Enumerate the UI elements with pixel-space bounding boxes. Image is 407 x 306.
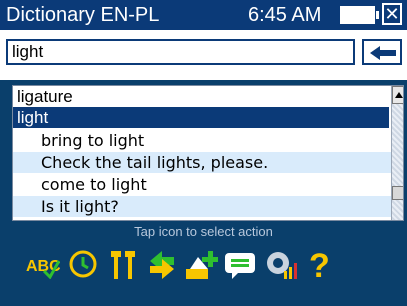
list-item-selected[interactable]: light	[13, 107, 389, 128]
list-item[interactable]: bring to light	[13, 130, 403, 151]
search-input[interactable]: light	[6, 39, 355, 65]
comment-icon[interactable]	[224, 251, 258, 279]
action-hint: Tap icon to select action	[134, 224, 273, 239]
app-title: Dictionary EN-PL	[6, 4, 160, 26]
speech-icon[interactable]	[264, 249, 300, 283]
help-icon[interactable]: ?	[306, 247, 336, 283]
history-icon[interactable]	[68, 249, 98, 279]
list-item[interactable]: Is it light?	[13, 196, 403, 217]
scrollbar[interactable]	[391, 86, 403, 220]
close-icon[interactable]: ✕	[382, 3, 402, 25]
list-item[interactable]: Check the tail lights, please.	[13, 152, 403, 173]
list-item[interactable]: come to light	[13, 174, 403, 195]
scroll-up-button[interactable]	[392, 86, 403, 104]
action-bar: Tap icon to select action ABC ?	[0, 221, 407, 306]
spellcheck-icon[interactable]: ABC	[26, 251, 60, 279]
title-bar: Dictionary EN-PL 6:45 AM ✕	[0, 0, 407, 30]
clock: 6:45 AM	[248, 4, 322, 26]
results-list[interactable]: ligature light bring to light Check the …	[12, 85, 404, 221]
list-item[interactable]: ligature	[13, 86, 389, 107]
back-arrow-icon	[370, 46, 396, 60]
scroll-thumb[interactable]	[392, 186, 403, 200]
search-row: light	[0, 30, 407, 80]
tools-icon[interactable]	[108, 249, 138, 281]
swap-icon[interactable]	[146, 249, 178, 281]
battery-icon	[340, 6, 379, 24]
add-entry-icon[interactable]	[184, 249, 218, 281]
svg-text:?: ?	[309, 247, 330, 283]
back-button[interactable]	[362, 39, 402, 65]
